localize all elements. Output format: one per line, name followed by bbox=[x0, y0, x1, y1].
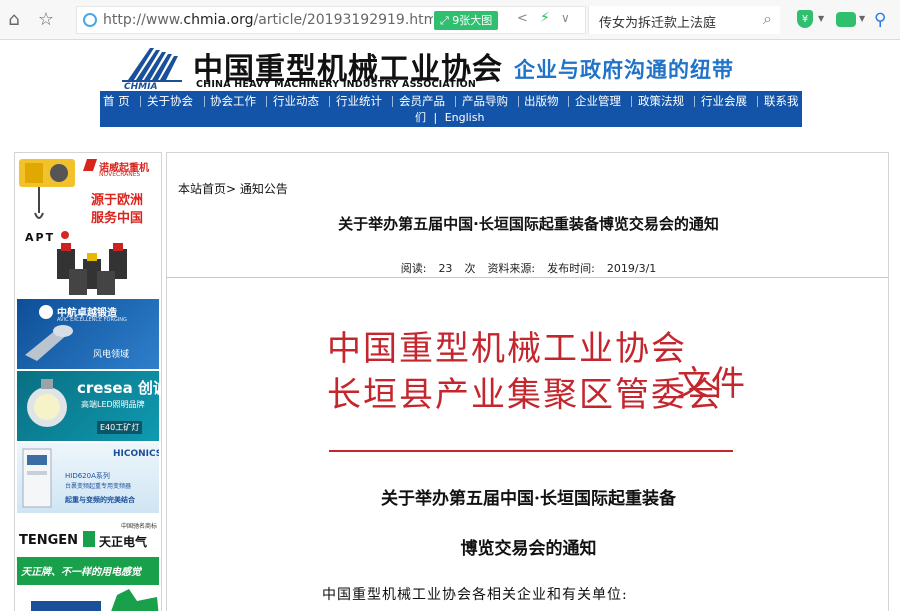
ad-apt[interactable]: APT bbox=[17, 229, 159, 297]
reads-count: 23 bbox=[438, 262, 453, 275]
article-header: 本站首页> 通知公告 关于举办第五届中国·长垣国际起重装备博览交易会的通知 阅读… bbox=[166, 152, 889, 278]
reads-unit: 次 bbox=[464, 262, 476, 275]
article-title: 关于举办第五届中国·长垣国际起重装备博览交易会的通知 bbox=[338, 215, 719, 233]
url-text[interactable]: http://www.chmia.org/article/20193192919… bbox=[103, 12, 433, 28]
ad-avic-forging[interactable]: 中航卓越锻造 AVIC EXCELLENCE FORGING 风电领域 bbox=[17, 299, 159, 369]
browser-toolbar: ⌂ ☆ http://www.chmia.org/article/2019319… bbox=[0, 0, 900, 40]
reads-label: 阅读: bbox=[400, 262, 427, 275]
find-in-page-icon[interactable]: ⚲ bbox=[874, 10, 886, 30]
address-bar[interactable]: http://www.chmia.org/article/20193192919… bbox=[76, 6, 586, 34]
ad-caption: 风电领域 bbox=[93, 350, 130, 360]
ad-brand: cresea 创诚 bbox=[77, 379, 159, 397]
nav-item-contact-wrap[interactable]: 们 bbox=[415, 111, 426, 124]
issuer-2: 长垣县产业集聚区管委会 bbox=[327, 375, 723, 415]
ad-line: 源于欧洲 bbox=[91, 193, 144, 208]
document-title-line-2: 博览交易会的通知 bbox=[460, 539, 597, 559]
source-label: 资料来源: bbox=[487, 262, 536, 275]
nav-item-policy[interactable]: 政策法规 bbox=[638, 93, 684, 110]
search-box[interactable]: 传女为拆迁款上法庭 ⌕ bbox=[588, 6, 780, 34]
ad-hiconics[interactable]: HICONICS HID620A系列 台裹变频起重专用变频器 起重与变频的完美结… bbox=[17, 443, 159, 513]
nav-item-english[interactable]: English bbox=[445, 111, 485, 124]
breadcrumb: 本站首页> 通知公告 bbox=[178, 182, 288, 196]
ad-brand-en: NOVECRANES bbox=[99, 171, 141, 178]
nav-item-product-guide[interactable]: 产品导购 bbox=[462, 93, 508, 110]
ad-tengen[interactable]: 中国驰名商标 TENGEN 天正电气 bbox=[17, 521, 159, 555]
ad-novecranes[interactable]: 诺威起重机 NOVECRANES 源于欧洲 服务中国 bbox=[17, 155, 159, 225]
search-input[interactable]: 传女为拆迁款上法庭 bbox=[599, 12, 716, 31]
ad-line: 服务中国 bbox=[91, 211, 144, 225]
document-salutation: 中国重型机械工业协会各相关企业和有关单位: bbox=[322, 587, 628, 603]
ad-brand-cn: 天正电气 bbox=[99, 535, 148, 549]
nav-item-statistics[interactable]: 行业统计 bbox=[336, 93, 382, 110]
image-gallery-button[interactable]: ⤢ 9张大图 bbox=[434, 11, 499, 30]
lightning-icon[interactable]: ⚡ bbox=[540, 10, 550, 26]
chevron-down-icon[interactable]: ▼ bbox=[818, 14, 824, 23]
ad-tengen-slogan[interactable]: 天正牌、不一样的用电感觉 bbox=[17, 557, 159, 585]
nav-item-news[interactable]: 行业动态 bbox=[273, 93, 319, 110]
breadcrumb-section[interactable]: 通知公告 bbox=[240, 182, 288, 196]
nav-item-management[interactable]: 企业管理 bbox=[575, 93, 621, 110]
nav-item-publications[interactable]: 出版物 bbox=[524, 93, 559, 110]
globe-icon bbox=[83, 13, 97, 27]
chevron-down-icon[interactable]: ∨ bbox=[561, 11, 570, 25]
ad-brand-en: AVIC EXCELLENCE FORGING bbox=[57, 317, 127, 323]
document-word: 文件 bbox=[677, 364, 745, 404]
chmia-logo-icon[interactable]: CHMIA bbox=[120, 46, 186, 90]
document-title-line-1: 关于举办第五届中国·长垣国际起重装备 bbox=[381, 489, 676, 509]
tengen-logo-icon bbox=[83, 531, 95, 547]
nav-item-home[interactable]: 首 页 bbox=[103, 93, 130, 110]
date-label: 发布时间: bbox=[547, 262, 595, 275]
nav-item-about[interactable]: 关于协会 bbox=[147, 93, 193, 110]
share-icon[interactable]: < bbox=[517, 11, 528, 26]
ad-line: 台裹变频起重专用变频器 bbox=[65, 483, 132, 490]
nav-item-contact[interactable]: 联系我 bbox=[764, 93, 799, 110]
search-icon[interactable]: ⌕ bbox=[763, 9, 772, 29]
ad-cresea[interactable]: cresea 创诚 高端LED照明品牌 E40工矿灯 bbox=[17, 371, 159, 441]
nav-item-member-products[interactable]: 会员产品 bbox=[399, 93, 445, 110]
publish-date: 2019/3/1 bbox=[606, 262, 657, 275]
ad-partial[interactable] bbox=[17, 587, 159, 611]
ad-sidebar: 诺威起重机 NOVECRANES 源于欧洲 服务中国 APT 中航卓越锻造 AV… bbox=[14, 152, 162, 611]
svg-text:CHMIA: CHMIA bbox=[124, 82, 157, 90]
ad-brand: APT bbox=[25, 231, 56, 244]
ad-brand: TENGEN bbox=[19, 533, 79, 548]
red-divider bbox=[329, 450, 733, 452]
article-body: 中国重型机械工业协会 长垣县产业集聚区管委会 文件 关于举办第五届中国·长垣国际… bbox=[166, 278, 889, 611]
issuer-1: 中国重型机械工业协会 bbox=[327, 329, 687, 369]
ad-tag: 中国驰名商标 bbox=[121, 523, 158, 530]
nav-item-work[interactable]: 协会工作 bbox=[210, 93, 256, 110]
ad-brand: HICONICS bbox=[113, 449, 159, 459]
nav-item-exhibitions[interactable]: 行业会展 bbox=[701, 93, 747, 110]
security-shield-icon[interactable]: ¥ bbox=[797, 10, 813, 28]
bookmark-star-icon[interactable]: ☆ bbox=[34, 8, 58, 32]
gamepad-icon[interactable] bbox=[836, 12, 856, 27]
home-icon[interactable]: ⌂ bbox=[2, 8, 26, 32]
ad-line: HID620A系列 bbox=[65, 472, 110, 480]
partial-ad-graphic-icon bbox=[31, 589, 159, 611]
ad-line: 起重与变频的完美结合 bbox=[65, 496, 135, 504]
ad-line: 高端LED照明品牌 bbox=[81, 400, 145, 409]
ad-slogan: 天正牌、不一样的用电感觉 bbox=[21, 567, 141, 578]
breadcrumb-home[interactable]: 本站首页 bbox=[178, 182, 226, 196]
nav-row-wrap: 们 | English bbox=[415, 111, 485, 124]
main-nav: 首 页 关于协会 协会工作 行业动态 行业统计 会员产品 产品导购 出版物 企业… bbox=[100, 91, 802, 127]
chevron-down-icon[interactable]: ▼ bbox=[859, 14, 865, 23]
article-meta: 阅读: 23 次资料来源: 发布时间: 2019/3/1 bbox=[167, 260, 890, 276]
ad-caption: E40工矿灯 bbox=[97, 421, 143, 434]
site-slogan: 企业与政府沟通的纽带 bbox=[514, 57, 734, 82]
document-issuers: 中国重型机械工业协会 长垣县产业集聚区管委会 bbox=[327, 326, 723, 418]
site-logo-english: CHINA HEAVY MACHINERY INDUSTRY ASSOCIATI… bbox=[196, 79, 477, 90]
